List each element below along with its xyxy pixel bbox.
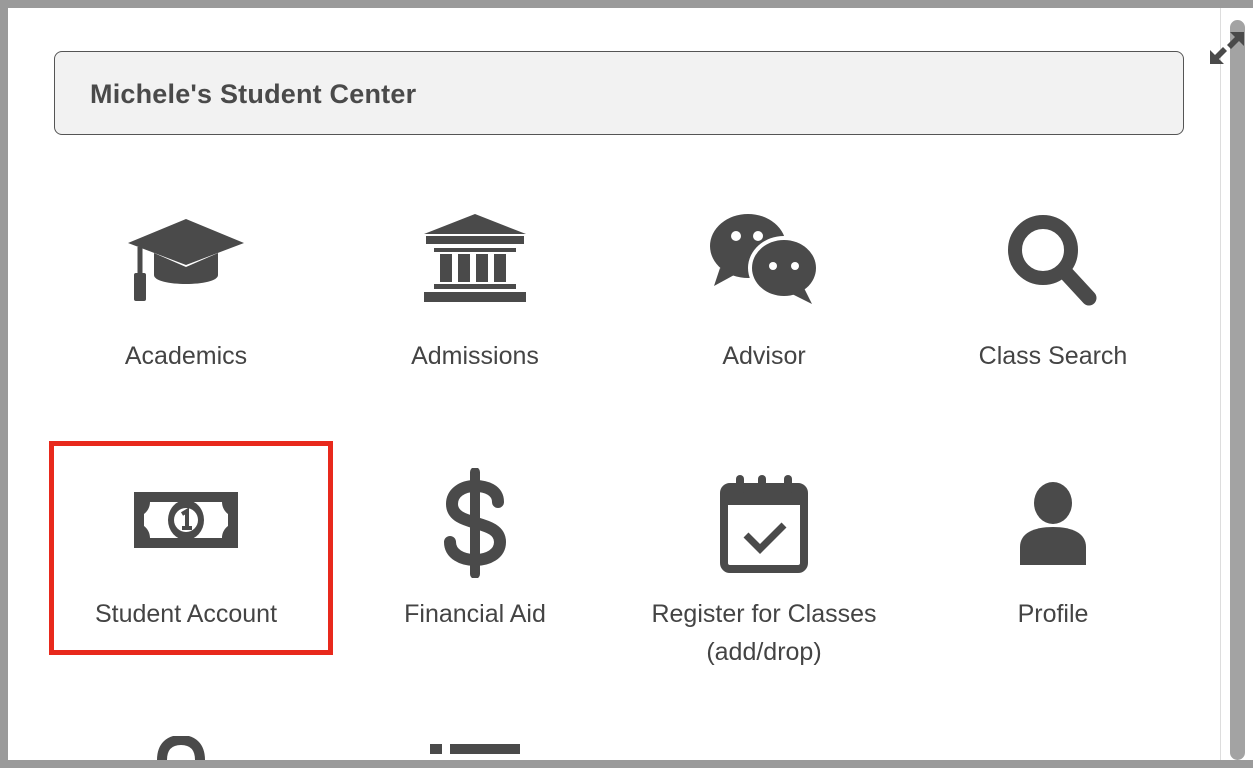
institution-icon <box>335 208 615 308</box>
chat-bubbles-icon <box>624 208 904 308</box>
partial-search-icon[interactable] <box>156 734 206 760</box>
graduation-cap-icon <box>46 208 326 308</box>
user-icon <box>913 468 1193 578</box>
student-center-panel: Michele's Student Center Academics Admis… <box>8 8 1253 760</box>
tile-register-classes[interactable]: Register for Classes (add/drop) <box>624 468 904 698</box>
tile-label: Academics <box>124 342 248 370</box>
tile-label: Class Search <box>978 342 1128 370</box>
tile-label: Admissions <box>411 342 539 370</box>
expand-icon[interactable] <box>1210 30 1244 66</box>
tile-class-search[interactable]: Class Search <box>913 208 1193 398</box>
tile-label-line2: (add/drop) <box>706 638 822 666</box>
search-icon <box>913 208 1193 308</box>
calendar-check-icon <box>624 468 904 578</box>
tile-label: Advisor <box>722 342 806 370</box>
header-bar: Michele's Student Center <box>54 51 1184 135</box>
tile-admissions[interactable]: Admissions <box>335 208 615 398</box>
tile-label: Register for Classes <box>651 600 877 628</box>
partial-list-icon[interactable] <box>428 742 523 756</box>
tile-academics[interactable]: Academics <box>46 208 326 398</box>
dollar-icon <box>335 468 615 578</box>
scrollbar-thumb[interactable] <box>1230 20 1245 760</box>
student-account-highlight <box>49 441 333 655</box>
tile-label: Financial Aid <box>404 600 546 628</box>
tile-profile[interactable]: Profile <box>913 468 1193 658</box>
tile-financial-aid[interactable]: Financial Aid <box>335 468 615 658</box>
page-title: Michele's Student Center <box>90 79 417 109</box>
tile-label: Profile <box>1017 600 1089 628</box>
tile-advisor[interactable]: Advisor <box>624 208 904 398</box>
